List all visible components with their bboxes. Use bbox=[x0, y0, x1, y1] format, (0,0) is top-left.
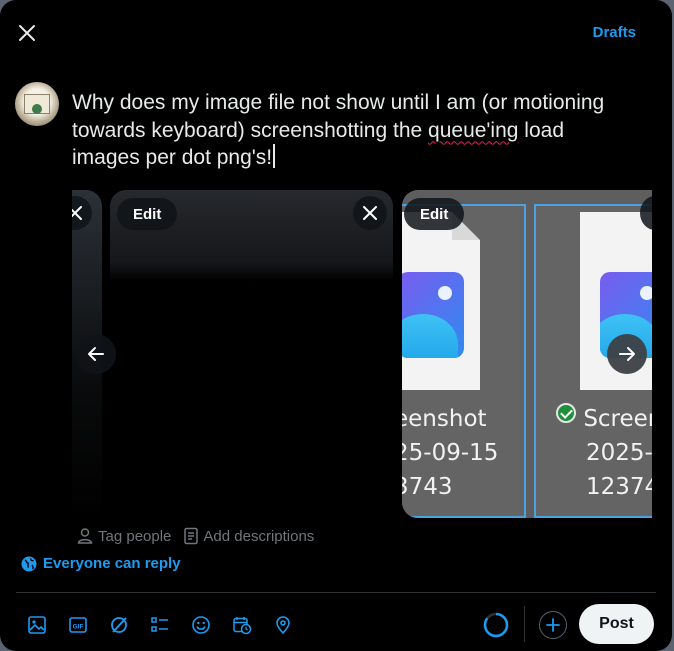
post-button[interactable]: Post bbox=[579, 604, 654, 644]
schedule-button[interactable] bbox=[221, 610, 262, 640]
close-icon bbox=[19, 25, 35, 41]
reply-setting-label: Everyone can reply bbox=[43, 555, 181, 572]
character-count-progress bbox=[483, 612, 509, 638]
remove-media-button[interactable] bbox=[72, 196, 92, 230]
edit-media-button[interactable]: Edit bbox=[404, 198, 465, 230]
check-icon bbox=[556, 403, 576, 423]
toolbar-separator bbox=[524, 606, 525, 642]
carousel-next-button[interactable] bbox=[607, 334, 647, 374]
carousel-previous-button[interactable] bbox=[76, 334, 116, 374]
image-icon bbox=[27, 616, 46, 634]
image-file-icon bbox=[402, 272, 464, 358]
close-icon bbox=[72, 206, 82, 220]
add-location-button[interactable] bbox=[262, 610, 303, 640]
close-icon bbox=[363, 206, 377, 220]
add-gif-button[interactable]: GIF bbox=[57, 610, 98, 640]
add-poll-button[interactable] bbox=[139, 610, 180, 640]
avatar[interactable] bbox=[15, 82, 59, 126]
plus-icon bbox=[546, 618, 560, 632]
compose-toolbar: GIF bbox=[16, 610, 303, 640]
file-name: Screen 2025-( 12374 bbox=[556, 402, 652, 504]
add-post-button[interactable] bbox=[539, 611, 567, 639]
globe-icon bbox=[21, 556, 37, 571]
location-icon bbox=[275, 616, 290, 635]
add-emoji-button[interactable] bbox=[180, 610, 221, 640]
svg-text:GIF: GIF bbox=[72, 624, 83, 631]
text-caret bbox=[273, 144, 276, 168]
divider bbox=[16, 592, 656, 593]
document-icon bbox=[184, 527, 199, 545]
file-page-icon bbox=[402, 212, 480, 390]
edit-media-button[interactable]: Edit bbox=[117, 198, 178, 230]
media-attachment: Edit bbox=[110, 190, 393, 518]
emoji-icon bbox=[191, 616, 210, 634]
grok-button[interactable] bbox=[98, 610, 139, 640]
person-icon bbox=[77, 528, 93, 544]
tag-people-button[interactable]: Tag people bbox=[76, 527, 171, 545]
poll-icon bbox=[150, 617, 168, 632]
grok-icon bbox=[110, 617, 127, 633]
file-thumbnail: eenshot 25-09-15 3743 bbox=[402, 204, 526, 518]
compose-modal: Drafts Why does my image file not show u… bbox=[0, 0, 672, 651]
media-carousel: Edit eenshot 25-09-15 3743 bbox=[72, 190, 652, 520]
arrow-left-icon bbox=[88, 347, 104, 361]
add-descriptions-button[interactable]: Add descriptions bbox=[183, 527, 314, 545]
misspelled-word: queue'ing bbox=[428, 118, 519, 142]
tag-people-label: Tag people bbox=[98, 527, 172, 545]
arrow-right-icon bbox=[619, 347, 635, 361]
close-button[interactable] bbox=[12, 18, 42, 48]
add-descriptions-label: Add descriptions bbox=[203, 527, 315, 545]
file-name: eenshot 25-09-15 3743 bbox=[402, 406, 499, 500]
gif-icon: GIF bbox=[68, 617, 87, 633]
certificate-seal bbox=[32, 104, 42, 114]
reply-setting-button[interactable]: Everyone can reply bbox=[21, 555, 181, 572]
remove-media-button[interactable] bbox=[353, 196, 387, 230]
drafts-button[interactable]: Drafts bbox=[593, 24, 636, 41]
media-meta-row: Tag people Add descriptions bbox=[76, 527, 326, 545]
post-text-input[interactable]: Why does my image file not show until I … bbox=[72, 89, 632, 172]
schedule-icon bbox=[232, 617, 251, 635]
add-image-button[interactable] bbox=[16, 610, 57, 640]
